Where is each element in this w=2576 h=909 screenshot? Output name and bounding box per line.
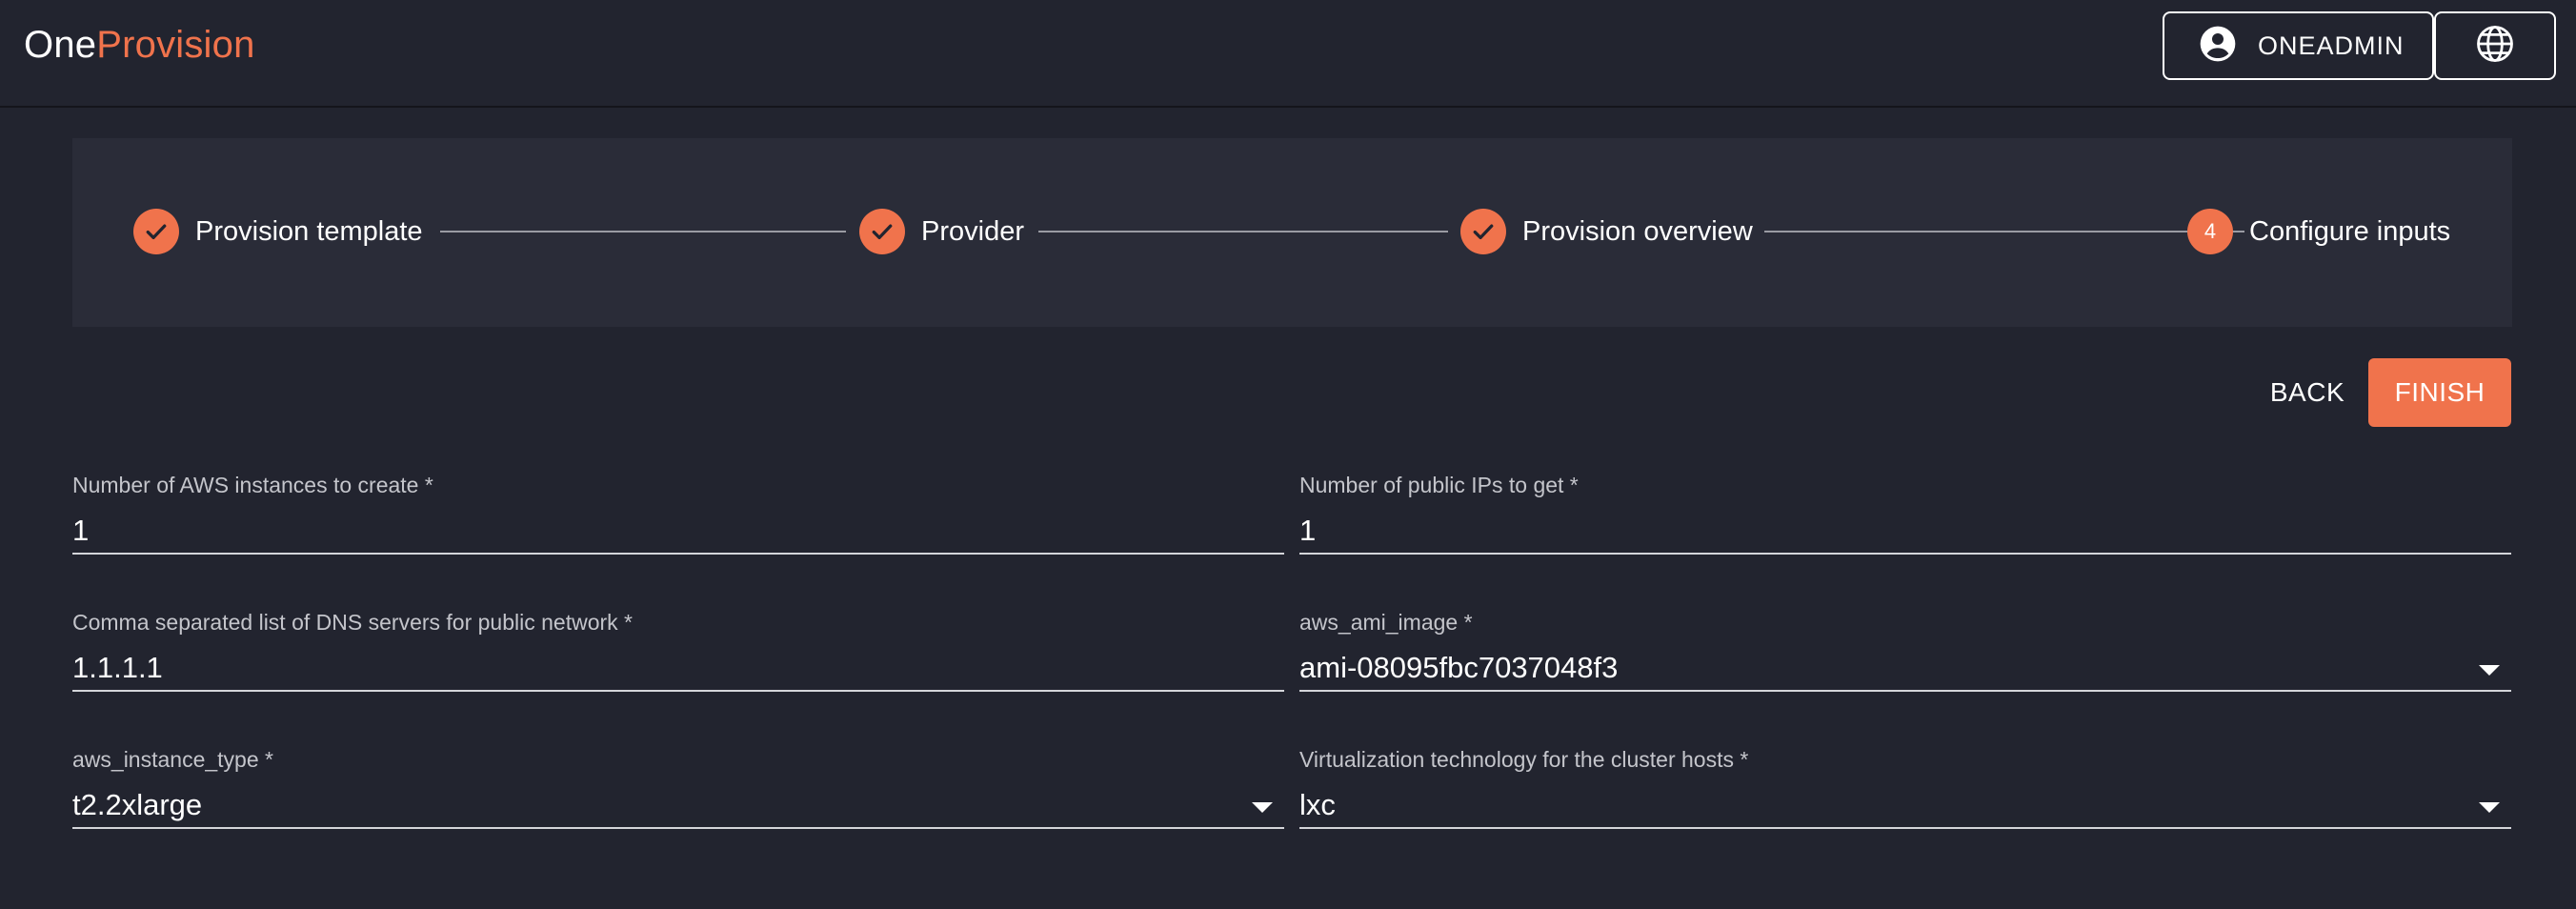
step-label: Provision overview (1522, 215, 1753, 247)
dropdown-arrow-icon[interactable] (1252, 802, 1273, 813)
step-configure-inputs: 4 Configure inputs (2187, 207, 2450, 256)
field-label: aws_ami_image * (1299, 610, 1473, 635)
back-button[interactable]: BACK (2248, 358, 2366, 427)
globe-icon (2475, 24, 2515, 69)
ami-image-select[interactable] (1299, 646, 2511, 692)
step-label: Configure inputs (2249, 215, 2451, 247)
field-label: aws_instance_type * (72, 747, 273, 772)
public-ips-input[interactable] (1299, 509, 2511, 555)
step-provision-overview: Provision overview (1460, 207, 1753, 256)
step-connector (1764, 231, 2244, 232)
app-logo[interactable]: OneProvision (24, 21, 255, 69)
instance-type-field: aws_instance_type * (72, 747, 1284, 842)
virtualization-field: Virtualization technology for the cluste… (1299, 747, 2511, 842)
step-connector (1038, 231, 1448, 232)
step-label: Provision template (195, 215, 423, 247)
user-name-label: ONEADMIN (2258, 30, 2405, 60)
step-label: Provider (921, 215, 1024, 247)
dns-servers-input[interactable] (72, 646, 1284, 692)
finish-button[interactable]: FINISH (2368, 358, 2511, 427)
virtualization-select[interactable] (1299, 783, 2511, 829)
check-icon (133, 209, 179, 254)
dropdown-arrow-icon[interactable] (2479, 665, 2500, 676)
step-provider: Provider (859, 207, 1024, 256)
account-circle-icon (2199, 25, 2237, 68)
aws-instances-input[interactable] (72, 509, 1284, 555)
public-ips-field: Number of public IPs to get * (1299, 473, 2511, 568)
logo-text-provision: Provision (96, 24, 255, 66)
field-label: Comma separated list of DNS servers for … (72, 610, 633, 635)
field-label: Number of public IPs to get * (1299, 473, 1579, 497)
stepper: Provision template Provider Provision ov… (72, 138, 2512, 327)
step-provision-template: Provision template (133, 207, 423, 256)
language-button[interactable] (2434, 11, 2556, 80)
field-label: Virtualization technology for the cluste… (1299, 747, 1749, 772)
dns-servers-field: Comma separated list of DNS servers for … (72, 610, 1284, 705)
logo-text-one: One (24, 24, 97, 66)
user-menu-button[interactable]: ONEADMIN (2163, 11, 2434, 80)
instance-type-select[interactable] (72, 783, 1284, 829)
dropdown-arrow-icon[interactable] (2479, 802, 2500, 813)
check-icon (859, 209, 905, 254)
ami-image-field: aws_ami_image * (1299, 610, 2511, 705)
field-label: Number of AWS instances to create * (72, 473, 433, 497)
aws-instances-field: Number of AWS instances to create * (72, 473, 1284, 568)
app-header: OneProvision ONEADMIN (0, 0, 2576, 108)
check-icon (1460, 209, 1506, 254)
step-connector (440, 231, 846, 232)
step-number-badge: 4 (2187, 209, 2233, 254)
